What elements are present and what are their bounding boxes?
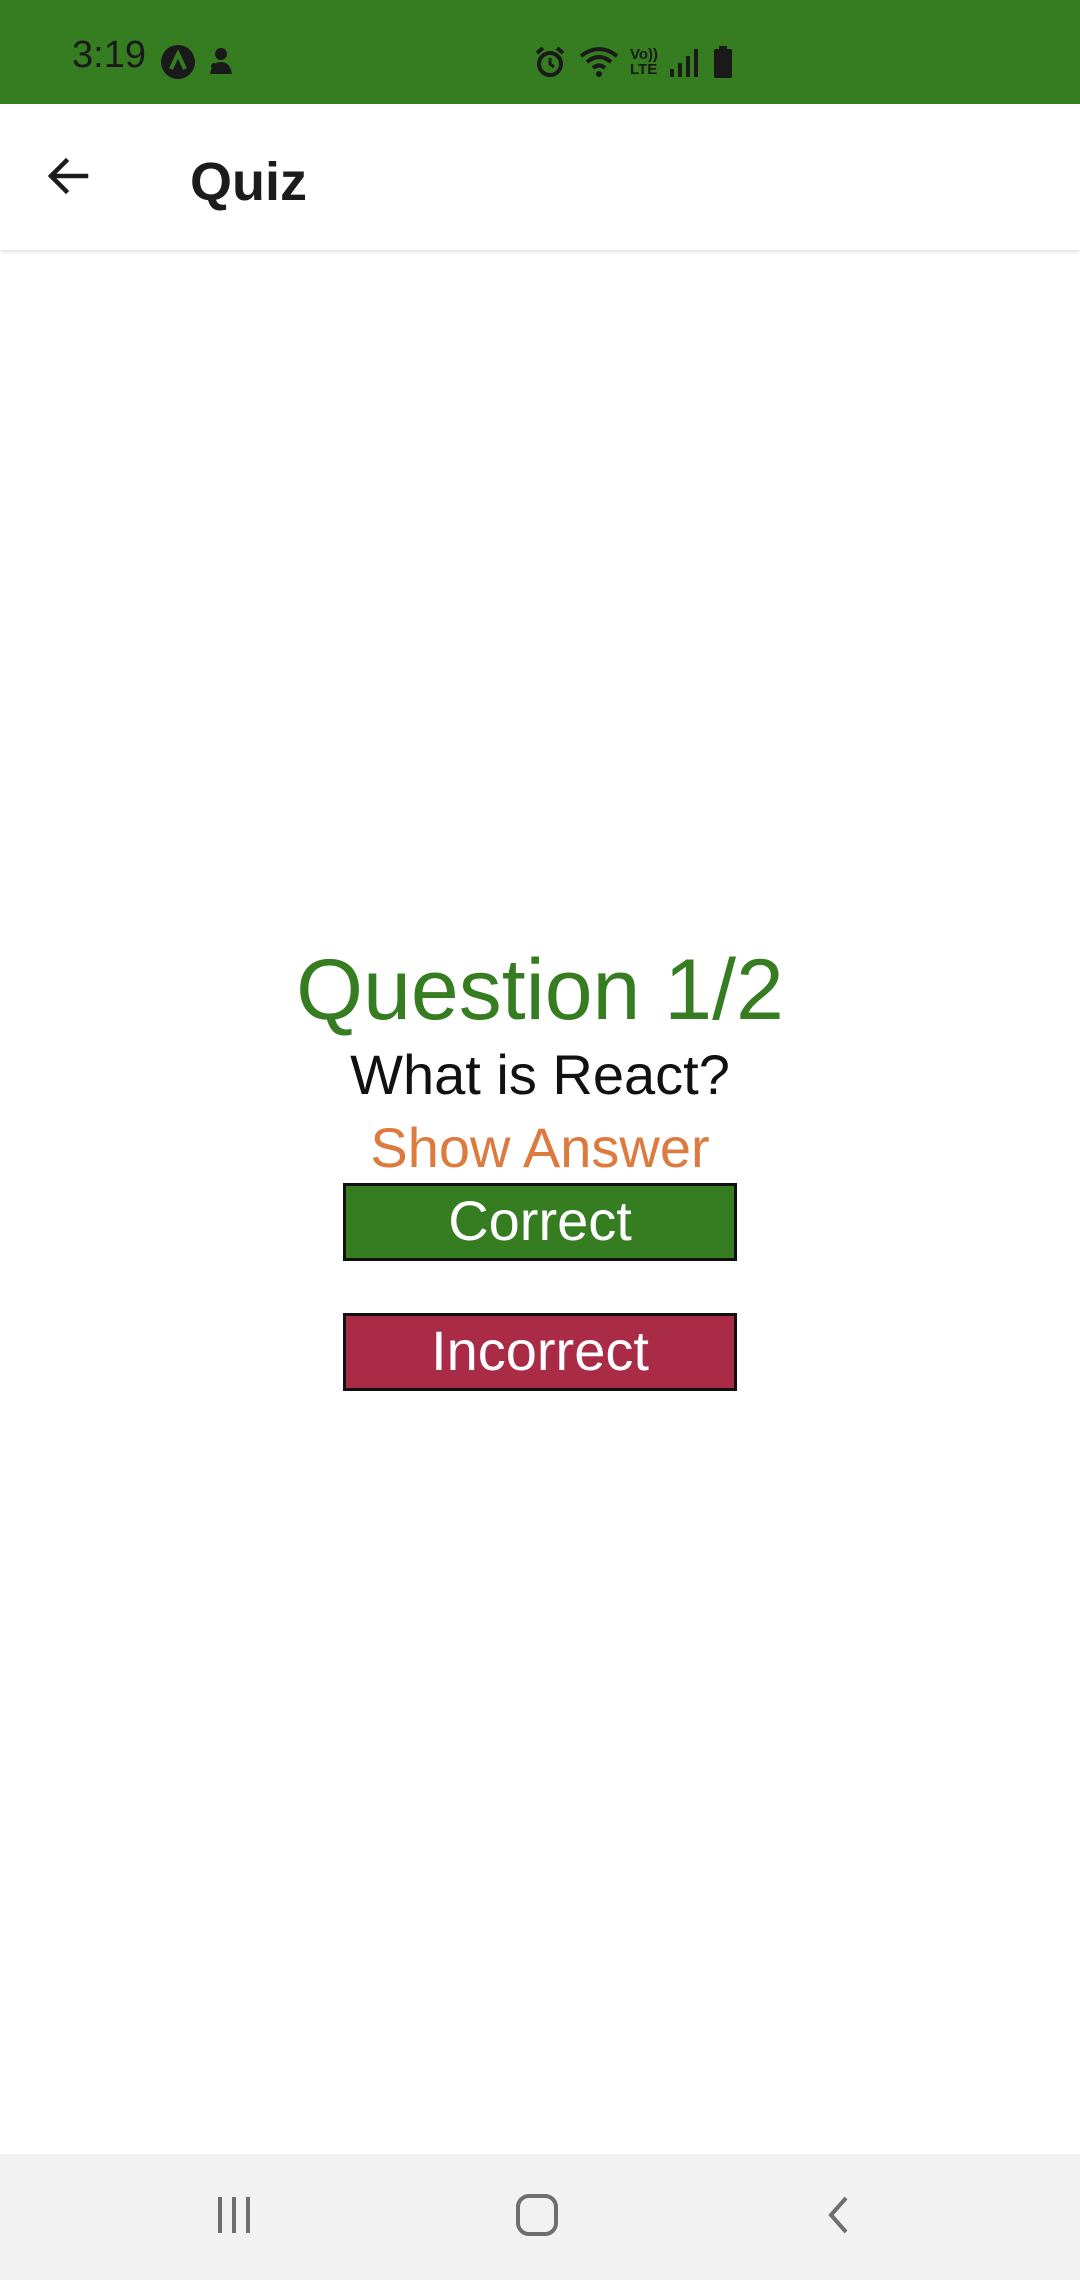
app-bar: Quiz [0, 104, 1080, 250]
arrow-left-icon [44, 152, 92, 205]
volte-icon: Vo)) LTE [630, 47, 658, 77]
battery-icon [712, 44, 734, 80]
status-system-icons: Vo)) LTE [532, 44, 734, 80]
correct-button[interactable]: Correct [343, 1182, 737, 1261]
notification-person-icon [206, 44, 236, 80]
back-button[interactable] [28, 138, 108, 218]
a-circle-icon [160, 44, 196, 80]
volte-label-top: Vo)) [630, 46, 659, 63]
status-notification-icons [160, 44, 236, 80]
signal-icon [668, 45, 702, 79]
wifi-icon [578, 44, 620, 80]
question-counter: Question 1/2 [296, 942, 784, 1038]
recent-apps-button[interactable] [194, 2182, 274, 2252]
status-time: 3:19 [72, 34, 146, 76]
back-icon [818, 2193, 862, 2242]
alarm-icon [532, 44, 568, 80]
show-answer-button[interactable]: Show Answer [370, 1114, 709, 1181]
page-title: Quiz [190, 152, 307, 212]
quiz-card: Question 1/2 What is React? Show Answer … [0, 940, 1080, 1391]
navigation-bar [0, 2154, 1080, 2280]
incorrect-button[interactable]: Incorrect [343, 1312, 737, 1391]
volte-label-bottom: LTE [630, 61, 658, 78]
home-icon [513, 2191, 561, 2244]
home-button[interactable] [497, 2182, 577, 2252]
question-text: What is React? [350, 1042, 730, 1106]
status-bar: 3:19 Vo)) LTE [0, 0, 1080, 104]
nav-back-button[interactable] [800, 2182, 880, 2252]
recent-apps-icon [212, 2193, 256, 2242]
